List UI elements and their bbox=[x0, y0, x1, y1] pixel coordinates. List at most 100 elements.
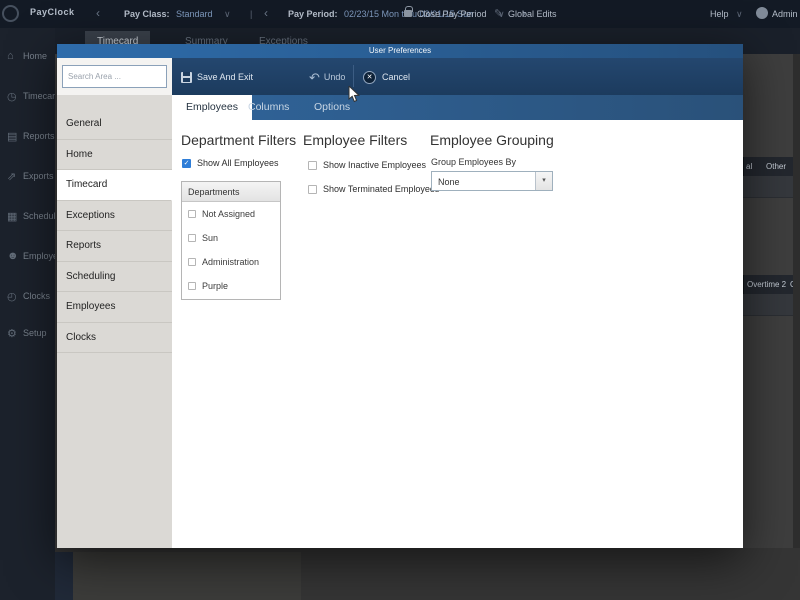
bg-table-cell bbox=[743, 294, 793, 316]
departments-panel: Departments Not Assigned Sun Administrat… bbox=[181, 181, 281, 300]
home-icon: ⌂ bbox=[7, 50, 14, 62]
dialog-nav-list: General Home Timecard Exceptions Reports… bbox=[57, 109, 172, 353]
sidebar-item-home[interactable]: ⌂ Home bbox=[0, 36, 55, 76]
brand-name: PayClock bbox=[30, 7, 75, 17]
checkbox-icon[interactable] bbox=[188, 234, 196, 242]
user-avatar-icon[interactable] bbox=[756, 7, 768, 19]
sidebar-label: Setup bbox=[23, 328, 47, 338]
checkbox-icon[interactable] bbox=[188, 282, 196, 290]
pay-period-label: Pay Period: bbox=[288, 9, 338, 19]
checkbox-icon[interactable] bbox=[188, 258, 196, 266]
department-option-administration[interactable]: Administration bbox=[182, 250, 280, 274]
dialog-nav-panel: General Home Timecard Exceptions Reports… bbox=[57, 58, 172, 548]
nav-item-home[interactable]: Home bbox=[57, 139, 172, 170]
sidebar-item-setup[interactable]: ⚙ Setup bbox=[0, 316, 55, 350]
checkbox-label: Show Inactive Employees bbox=[323, 160, 427, 170]
help-button[interactable]: Help bbox=[710, 9, 729, 19]
tab-columns[interactable]: Columns bbox=[234, 95, 303, 120]
reports-icon: ▤ bbox=[7, 130, 18, 143]
nav-item-exceptions[interactable]: Exceptions bbox=[57, 200, 172, 231]
show-all-employees-checkbox[interactable]: ✓ Show All Employees bbox=[182, 158, 279, 168]
sidebar-label: Home bbox=[23, 51, 48, 61]
nav-item-timecard[interactable]: Timecard bbox=[57, 170, 172, 201]
collapse-chevron-icon[interactable]: ‹ bbox=[96, 6, 100, 20]
cancel-button[interactable]: ✕ Cancel bbox=[363, 67, 410, 87]
sidebar-item-exports[interactable]: ⇗ Exports bbox=[0, 156, 55, 196]
dialog-tab-bar: Employees Columns Options bbox=[172, 95, 743, 120]
nav-item-reports[interactable]: Reports bbox=[57, 231, 172, 262]
nav-item-scheduling[interactable]: Scheduling bbox=[57, 261, 172, 292]
bg-scroll-gutter bbox=[793, 54, 800, 600]
save-icon bbox=[181, 71, 192, 83]
sidebar-label: Scheduling bbox=[23, 211, 55, 221]
checkbox-icon[interactable] bbox=[308, 184, 317, 194]
setup-icon: ⚙ bbox=[7, 327, 17, 340]
lock-icon bbox=[404, 6, 413, 17]
employee-filters-heading: Employee Filters bbox=[303, 132, 408, 148]
bg-col-label: Overtime 2 bbox=[747, 280, 787, 289]
sidebar-label: Reports bbox=[23, 131, 55, 141]
search-area-wrap bbox=[57, 58, 172, 95]
employees-icon: ☻ bbox=[7, 250, 19, 262]
nav-item-clocks[interactable]: Clocks bbox=[57, 322, 172, 353]
close-pay-period-button[interactable]: Close Pay Period bbox=[417, 9, 487, 19]
scheduling-icon: ▦ bbox=[7, 210, 18, 223]
admin-user-button[interactable]: Admin bbox=[772, 9, 798, 19]
bg-table-cell bbox=[743, 176, 793, 198]
checkbox-label: Purple bbox=[202, 281, 229, 291]
sidebar-item-clocks[interactable]: ◴ Clocks bbox=[0, 276, 55, 316]
sidebar-label: Clocks bbox=[23, 291, 51, 301]
undo-button[interactable]: ↶ Undo bbox=[309, 67, 345, 87]
user-preferences-dialog: User Preferences General Home Timecard E… bbox=[57, 44, 743, 548]
search-area-input[interactable] bbox=[62, 65, 167, 88]
show-inactive-employees-checkbox[interactable]: Show Inactive Employees bbox=[308, 160, 426, 170]
checkbox-label: Not Assigned bbox=[202, 209, 256, 219]
cancel-icon: ✕ bbox=[363, 70, 376, 84]
pay-class-caret-icon[interactable]: ∨ bbox=[224, 9, 231, 20]
department-option-not-assigned[interactable]: Not Assigned bbox=[182, 202, 280, 226]
bg-bottom-area bbox=[55, 548, 800, 600]
checkbox-icon[interactable] bbox=[188, 210, 196, 218]
undo-label: Undo bbox=[323, 72, 346, 82]
save-label: Save And Exit bbox=[197, 72, 254, 82]
nav-item-general[interactable]: General bbox=[57, 109, 172, 140]
mouse-cursor bbox=[348, 86, 360, 103]
exports-icon: ⇗ bbox=[7, 170, 17, 183]
global-edits-button[interactable]: Global Edits bbox=[508, 9, 557, 19]
save-and-exit-button[interactable]: Save And Exit bbox=[181, 67, 253, 87]
pay-class-value[interactable]: Standard bbox=[176, 9, 213, 19]
employee-grouping-heading: Employee Grouping bbox=[430, 132, 554, 148]
dialog-content: Department Filters ✓ Show All Employees … bbox=[172, 120, 743, 548]
checkbox-label: Show All Employees bbox=[197, 158, 279, 168]
bg-col-label: al bbox=[746, 162, 753, 171]
department-option-sun[interactable]: Sun bbox=[182, 226, 280, 250]
checkbox-checked-icon[interactable]: ✓ bbox=[182, 158, 191, 168]
sidebar-item-scheduling[interactable]: ▦ Scheduling bbox=[0, 196, 55, 236]
sidebar-item-reports[interactable]: ▤ Reports bbox=[0, 116, 55, 156]
show-terminated-employees-checkbox[interactable]: Show Terminated Employees bbox=[308, 184, 439, 194]
pay-class-label: Pay Class: bbox=[124, 9, 170, 19]
sidebar-item-timecard[interactable]: ◷ Timecard bbox=[0, 76, 55, 116]
department-option-purple[interactable]: Purple bbox=[182, 274, 280, 298]
sidebar-item-employees[interactable]: ☻ Employees bbox=[0, 236, 55, 276]
cancel-label: Cancel bbox=[382, 72, 411, 82]
topbar-divider: | bbox=[250, 9, 253, 19]
select-value: None bbox=[438, 177, 460, 187]
department-filters-heading: Department Filters bbox=[181, 132, 297, 148]
timecard-icon: ◷ bbox=[7, 90, 17, 103]
dialog-toolbar: Save And Exit ↶ Undo ✕ Cancel bbox=[172, 58, 743, 95]
bg-col-label: Other bbox=[766, 162, 787, 171]
toolbar-divider bbox=[353, 65, 354, 87]
prev-period-chevron-icon[interactable]: ‹ bbox=[264, 6, 268, 20]
group-employees-by-select[interactable]: None ▾ bbox=[431, 171, 553, 191]
bg-table-header-1: al Other bbox=[743, 157, 793, 176]
nav-item-employees[interactable]: Employees bbox=[57, 292, 172, 323]
payclock-logo-icon bbox=[2, 5, 19, 22]
checkbox-label: Sun bbox=[202, 233, 219, 243]
help-caret-icon[interactable]: ∨ bbox=[736, 9, 743, 20]
bg-bottom-block bbox=[55, 552, 73, 600]
checkbox-icon[interactable] bbox=[308, 160, 317, 170]
bg-table-header-2: Overtime 2 O bbox=[743, 275, 796, 294]
dialog-title: User Preferences bbox=[57, 44, 743, 58]
select-caret-icon[interactable]: ▾ bbox=[535, 172, 552, 190]
